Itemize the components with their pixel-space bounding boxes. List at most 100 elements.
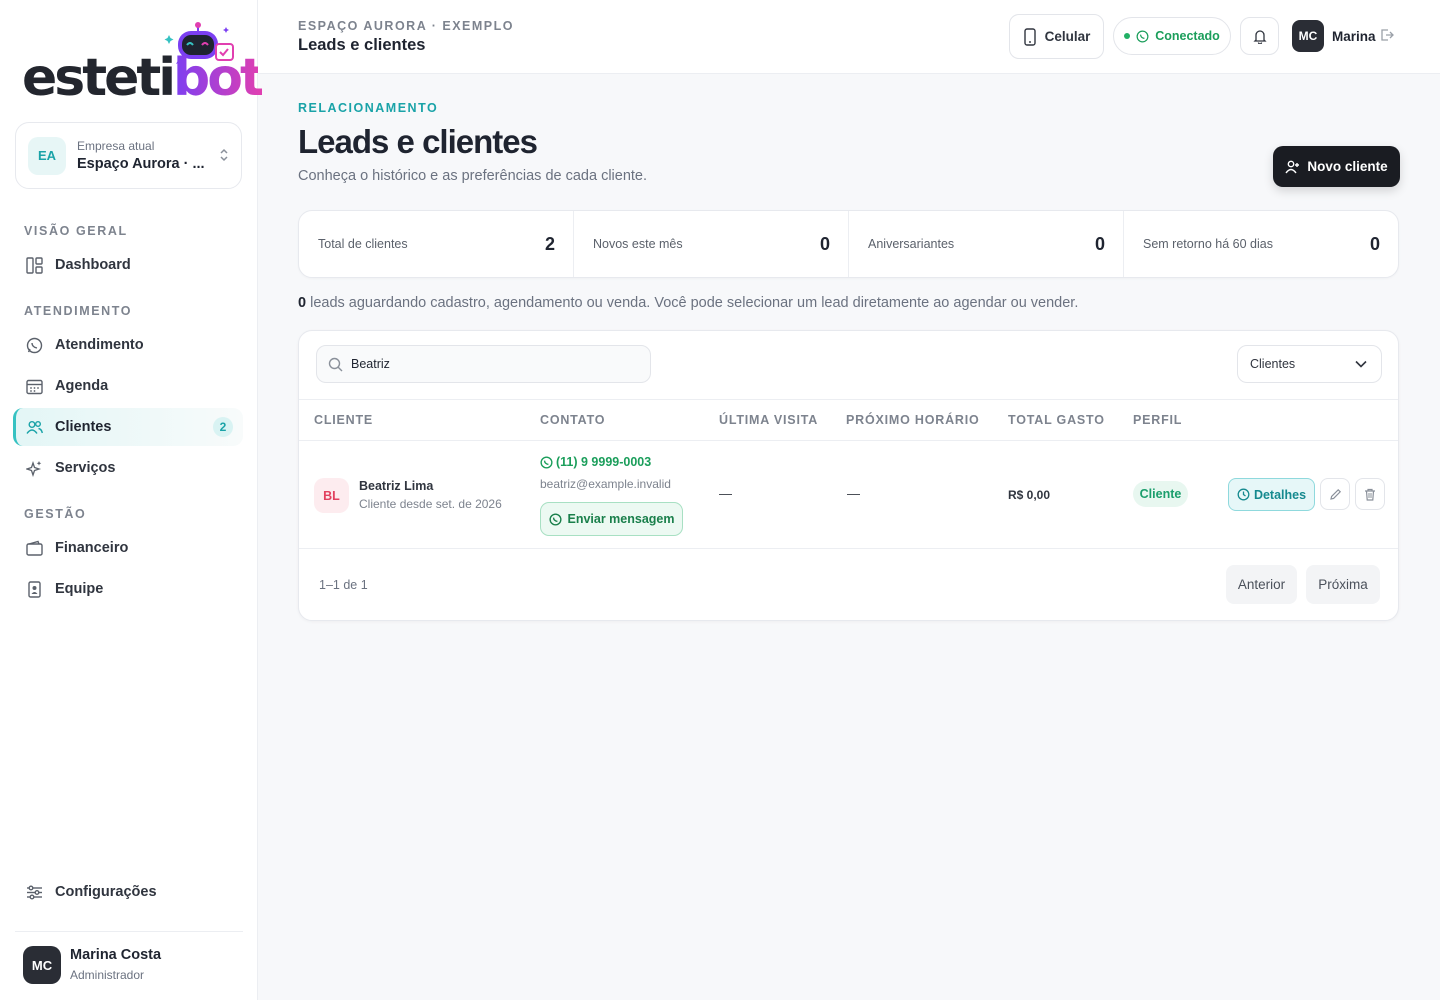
notifications-button[interactable]: [1240, 17, 1279, 55]
column-header-ultima-visita: ÚLTIMA VISITA: [719, 413, 819, 427]
stat-sem-retorno: Sem retorno há 60 dias 0: [1124, 211, 1398, 277]
clients-table-card: Clientes CLIENTE CONTATO ÚLTIMA VISITA P…: [298, 330, 1399, 621]
whatsapp-status-button[interactable]: Conectado: [1113, 17, 1231, 55]
total-spent-value: R$ 0,00: [1008, 488, 1051, 502]
logo-text-b: bot: [173, 48, 265, 108]
stat-label: Sem retorno há 60 dias: [1143, 237, 1273, 251]
details-label: Detalhes: [1253, 487, 1307, 502]
search-input[interactable]: [351, 357, 631, 371]
page-eyebrow: RELACIONAMENTO: [298, 101, 439, 115]
sparkles-icon: [25, 459, 43, 477]
details-button[interactable]: Detalhes: [1228, 478, 1315, 511]
sidebar-item-financeiro[interactable]: Financeiro: [13, 529, 243, 567]
company-avatar: EA: [28, 136, 66, 175]
stats-bar: Total de clientes 2 Novos este mês 0 Ani…: [298, 210, 1399, 278]
stat-value: 0: [819, 234, 830, 254]
leads-count: 0: [298, 295, 307, 311]
header-user-avatar[interactable]: MC: [1292, 20, 1324, 52]
user-name: Marina Costa: [70, 947, 162, 963]
page-title: Leads e clientes: [298, 123, 538, 160]
sidebar-item-label: Equipe: [55, 581, 104, 597]
sidebar-item-servicos[interactable]: Serviços: [13, 449, 243, 487]
stat-label: Novos este mês: [593, 237, 683, 251]
user-plus-icon: [1285, 160, 1300, 173]
estetibot-logo[interactable]: estetibot: [22, 22, 265, 108]
previous-page-button[interactable]: Anterior: [1226, 565, 1297, 604]
client-since: Cliente desde set. de 2026: [359, 497, 502, 511]
company-label: Empresa atual: [77, 139, 155, 153]
edit-button[interactable]: [1320, 478, 1350, 510]
column-header-contato: CONTATO: [540, 413, 606, 427]
profile-badge: Cliente: [1133, 481, 1188, 507]
celular-button[interactable]: Celular: [1009, 14, 1104, 59]
client-avatar: BL: [314, 478, 349, 513]
stat-total-clientes: Total de clientes 2: [299, 211, 574, 277]
next-page-button[interactable]: Próxima: [1306, 565, 1380, 604]
section-label-visao-geral: VISÃO GERAL: [24, 224, 128, 238]
filter-selected-value: Clientes: [1250, 357, 1296, 371]
stat-value: 0: [1369, 234, 1380, 254]
company-name: Espaço Aurora · ...: [77, 156, 205, 172]
sidebar-item-equipe[interactable]: Equipe: [13, 570, 243, 608]
chevron-down-icon: [1355, 360, 1367, 368]
section-label-gestao: GESTÃO: [24, 507, 87, 521]
client-email: beatriz@example.invalid: [540, 477, 671, 491]
stat-aniversariantes: Aniversariantes 0: [849, 211, 1124, 277]
new-client-button[interactable]: Novo cliente: [1273, 146, 1400, 187]
sidebar-item-label: Atendimento: [55, 337, 144, 353]
logout-icon[interactable]: [1380, 28, 1394, 47]
sliders-icon: [25, 883, 43, 901]
status-label: Conectado: [1155, 29, 1220, 43]
logo-text-a: esteti: [22, 48, 176, 108]
new-client-label: Novo cliente: [1307, 159, 1388, 174]
company-switcher[interactable]: EA Empresa atual Espaço Aurora · ...: [15, 122, 242, 189]
smartphone-icon: [1023, 27, 1036, 46]
leads-note: 0 leads aguardando cadastro, agendamento…: [298, 295, 1078, 311]
calendar-icon: [25, 377, 43, 395]
sidebar-item-label: Serviços: [55, 460, 116, 476]
header-user-name[interactable]: Marina: [1332, 29, 1376, 44]
clock-icon: [1237, 488, 1250, 501]
table-row: BL Beatriz Lima Cliente desde set. de 20…: [299, 441, 1398, 549]
sidebar: estetibot EA Empresa atual Espaço Aurora…: [0, 0, 265, 1000]
trash-icon: [1365, 488, 1375, 501]
search-box[interactable]: [316, 345, 651, 383]
sidebar-item-clientes[interactable]: Clientes 2: [13, 408, 243, 446]
column-header-total-gasto: TOTAL GASTO: [1008, 413, 1105, 427]
delete-button[interactable]: [1355, 478, 1385, 510]
users-icon: [25, 418, 43, 436]
top-header: ESPAÇO AURORA · EXEMPLO Leads e clientes…: [258, 0, 1440, 74]
page-subtitle: Conheça o histórico e as preferências de…: [298, 168, 648, 184]
search-icon: [328, 357, 343, 371]
sidebar-item-label: Financeiro: [55, 540, 129, 556]
sidebar-item-label: Dashboard: [55, 257, 131, 273]
sidebar-item-label: Clientes: [55, 419, 112, 435]
last-visit-value: —: [719, 486, 732, 501]
sidebar-item-agenda[interactable]: Agenda: [13, 367, 243, 405]
user-role: Administrador: [70, 968, 145, 982]
filter-select[interactable]: Clientes: [1237, 345, 1382, 383]
sidebar-item-atendimento[interactable]: Atendimento: [13, 326, 243, 364]
client-phone-link[interactable]: (11) 9 9999-0003: [540, 455, 651, 469]
dashboard-icon: [25, 256, 43, 274]
wallet-icon: [25, 539, 43, 557]
next-slot-value: —: [847, 486, 860, 501]
celular-label: Celular: [1044, 29, 1091, 44]
send-message-label: Enviar mensagem: [567, 512, 675, 526]
user-avatar[interactable]: MC: [23, 946, 61, 984]
clientes-count-badge: 2: [213, 417, 233, 437]
sidebar-item-configuracoes[interactable]: Configurações: [13, 873, 243, 911]
client-name[interactable]: Beatriz Lima: [359, 479, 433, 493]
stat-label: Total de clientes: [318, 237, 408, 251]
breadcrumb: ESPAÇO AURORA · EXEMPLO: [298, 19, 514, 33]
stat-value: 0: [1094, 234, 1105, 254]
stat-novos-mes: Novos este mês 0: [574, 211, 849, 277]
sidebar-item-dashboard[interactable]: Dashboard: [13, 246, 243, 284]
table-header: CLIENTE CONTATO ÚLTIMA VISITA PRÓXIMO HO…: [299, 399, 1398, 441]
whatsapp-icon: [1136, 30, 1149, 42]
sidebar-item-label: Agenda: [55, 378, 109, 394]
send-message-button[interactable]: Enviar mensagem: [540, 502, 683, 536]
sidebar-item-label: Configurações: [55, 884, 157, 900]
chevron-up-down-icon: [219, 148, 229, 163]
bell-icon: [1252, 29, 1267, 44]
